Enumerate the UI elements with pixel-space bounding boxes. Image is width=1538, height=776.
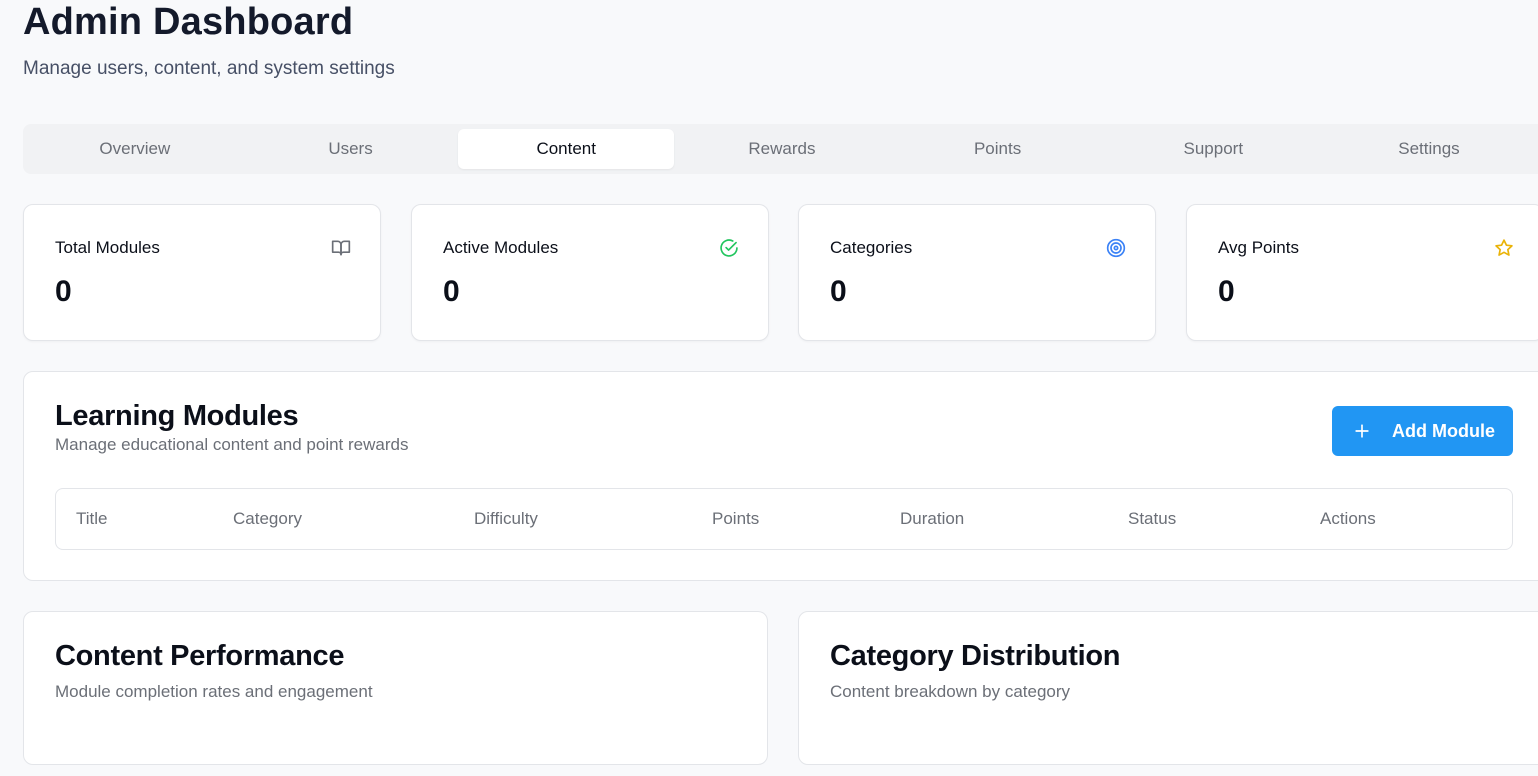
tab-bar: Overview Users Content Rewards Points Su… bbox=[23, 124, 1538, 174]
learning-modules-card: Learning Modules Manage educational cont… bbox=[23, 371, 1538, 581]
add-module-button[interactable]: Add Module bbox=[1332, 406, 1513, 456]
section-description: Manage educational content and point rew… bbox=[55, 435, 409, 454]
modules-table: Title Category Difficulty Points Duratio… bbox=[55, 488, 1513, 550]
target-icon bbox=[1106, 238, 1126, 258]
section-description: Content breakdown by category bbox=[830, 682, 1071, 701]
stat-card-categories: Categories 0 bbox=[798, 204, 1156, 341]
stat-card-avg-points: Avg Points 0 bbox=[1186, 204, 1538, 341]
column-header-duration[interactable]: Duration bbox=[900, 509, 964, 529]
column-header-status[interactable]: Status bbox=[1128, 509, 1176, 529]
tab-support[interactable]: Support bbox=[1105, 129, 1321, 169]
stat-value: 0 bbox=[830, 275, 847, 308]
category-distribution-card: Category Distribution Content breakdown … bbox=[798, 611, 1538, 765]
check-circle-icon bbox=[719, 238, 739, 258]
stat-card-active-modules: Active Modules 0 bbox=[411, 204, 769, 341]
book-open-icon bbox=[331, 238, 351, 258]
tab-users[interactable]: Users bbox=[243, 129, 459, 169]
plus-icon bbox=[1352, 421, 1372, 441]
page-subtitle: Manage users, content, and system settin… bbox=[23, 58, 395, 79]
content-performance-card: Content Performance Module completion ra… bbox=[23, 611, 768, 765]
column-header-category[interactable]: Category bbox=[233, 509, 302, 529]
column-header-points[interactable]: Points bbox=[712, 509, 759, 529]
tab-settings[interactable]: Settings bbox=[1321, 129, 1537, 169]
column-header-title[interactable]: Title bbox=[76, 509, 108, 529]
section-title: Category Distribution bbox=[830, 640, 1121, 672]
stat-label: Total Modules bbox=[55, 238, 160, 257]
section-title: Learning Modules bbox=[55, 400, 299, 432]
tab-points[interactable]: Points bbox=[890, 129, 1106, 169]
stat-value: 0 bbox=[1218, 275, 1235, 308]
tab-rewards[interactable]: Rewards bbox=[674, 129, 890, 169]
page-title: Admin Dashboard bbox=[23, 1, 354, 43]
stat-label: Active Modules bbox=[443, 238, 559, 257]
admin-dashboard-page: Admin Dashboard Manage users, content, a… bbox=[0, 0, 1538, 776]
stat-value: 0 bbox=[443, 275, 460, 308]
tab-overview[interactable]: Overview bbox=[27, 129, 243, 169]
add-module-label: Add Module bbox=[1392, 420, 1495, 441]
stat-label: Categories bbox=[830, 238, 913, 257]
stat-label: Avg Points bbox=[1218, 238, 1299, 257]
tab-content[interactable]: Content bbox=[458, 129, 675, 169]
stat-card-total-modules: Total Modules 0 bbox=[23, 204, 381, 341]
stat-value: 0 bbox=[55, 275, 72, 308]
star-icon bbox=[1494, 238, 1514, 258]
column-header-difficulty[interactable]: Difficulty bbox=[474, 509, 538, 529]
section-description: Module completion rates and engagement bbox=[55, 682, 373, 701]
column-header-actions[interactable]: Actions bbox=[1320, 509, 1376, 529]
section-title: Content Performance bbox=[55, 640, 345, 672]
